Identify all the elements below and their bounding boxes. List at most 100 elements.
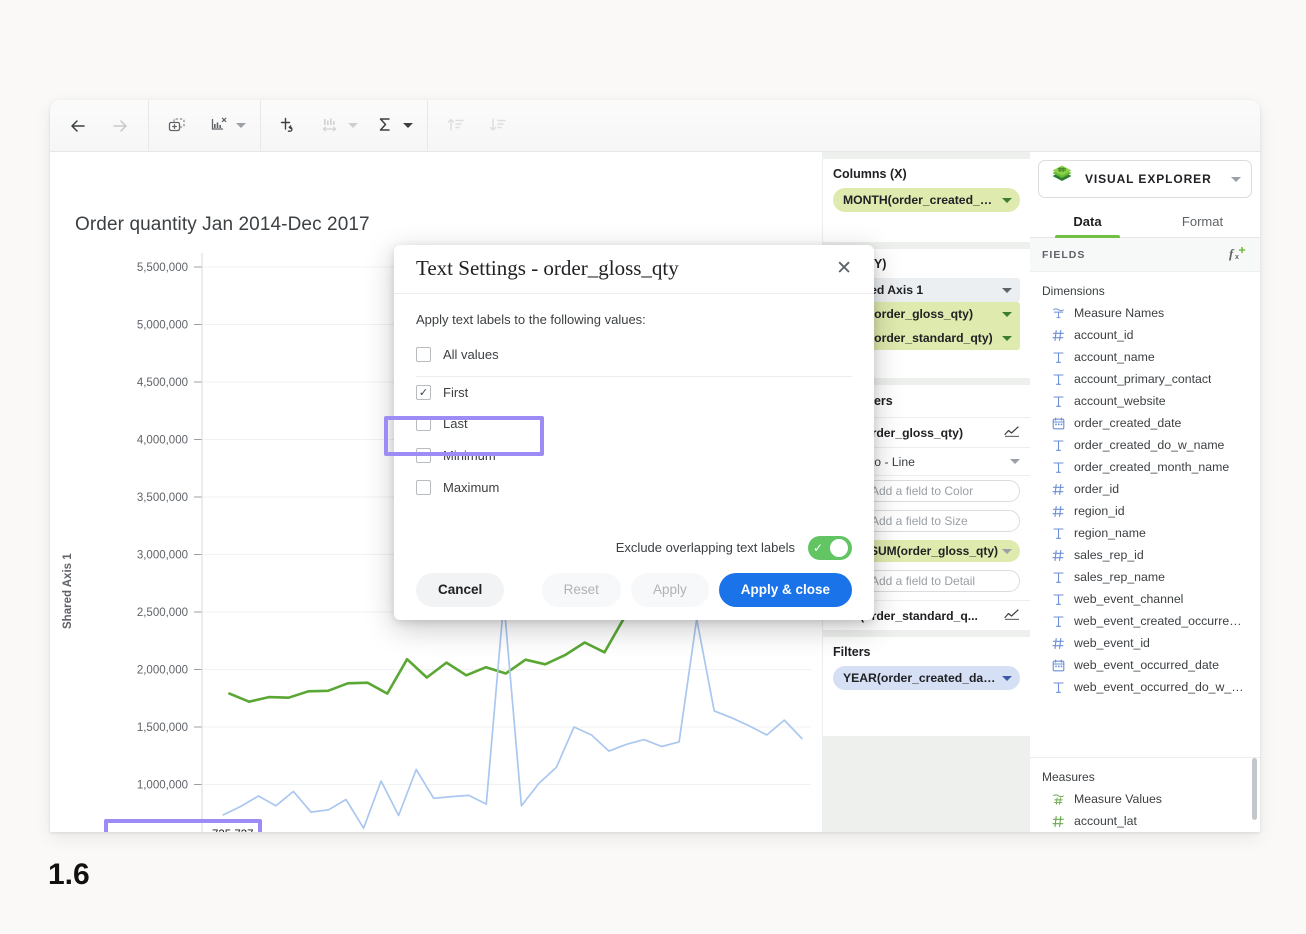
field-row[interactable]: order_created_do_w_name bbox=[1030, 434, 1260, 456]
apply-button[interactable]: Apply bbox=[631, 573, 709, 607]
chevron-down-icon[interactable] bbox=[1010, 459, 1020, 464]
dialog-subtitle: Apply text labels to the following value… bbox=[416, 312, 852, 327]
toolbar-group-analysis bbox=[261, 100, 428, 152]
sigma-totals-icon[interactable] bbox=[372, 112, 400, 140]
number-icon bbox=[1052, 548, 1065, 562]
field-row[interactable]: web_event_channel bbox=[1030, 588, 1260, 610]
field-row[interactable]: order_created_date bbox=[1030, 412, 1260, 434]
text-icon bbox=[1052, 350, 1065, 364]
text-icon bbox=[1052, 614, 1065, 628]
svg-text:4,500,000: 4,500,000 bbox=[137, 377, 188, 389]
arrow-right-icon[interactable] bbox=[106, 112, 134, 140]
visual-explorer-selector[interactable]: VISUAL EXPLORER bbox=[1038, 160, 1252, 198]
chevron-down-icon[interactable] bbox=[236, 123, 246, 128]
duplicate-sheet-icon[interactable] bbox=[163, 112, 191, 140]
checkbox-first[interactable]: ✓ bbox=[416, 385, 431, 400]
field-row[interactable]: Measure Values bbox=[1030, 788, 1260, 810]
check-icon: ✓ bbox=[813, 542, 823, 554]
field-row[interactable]: account_lat bbox=[1030, 810, 1260, 832]
totals-button[interactable] bbox=[372, 112, 413, 140]
filter-pill-year[interactable]: YEAR(order_created_date) bbox=[833, 666, 1020, 690]
toolbar bbox=[50, 100, 1260, 152]
field-row[interactable]: order_id bbox=[1030, 478, 1260, 500]
columns-pill-month[interactable]: MONTH(order_created_d... bbox=[833, 188, 1020, 212]
svg-text:3,000,000: 3,000,000 bbox=[137, 550, 188, 562]
checkbox-last[interactable] bbox=[416, 416, 431, 431]
chevron-down-icon[interactable] bbox=[1002, 198, 1012, 203]
filters-shelf-dropzone[interactable] bbox=[833, 690, 1020, 726]
dialog-footer-right: Reset Apply Apply & close bbox=[542, 573, 852, 607]
filters-shelf: Filters YEAR(order_created_date) bbox=[823, 637, 1030, 736]
field-row[interactable]: order_created_month_name bbox=[1030, 456, 1260, 478]
size-field-dropzone[interactable]: Add a field to Size bbox=[860, 510, 1020, 532]
svg-text:1,500,000: 1,500,000 bbox=[137, 722, 188, 734]
clear-chart-button[interactable] bbox=[205, 112, 246, 140]
detail-field-dropzone[interactable]: Add a field to Detail bbox=[860, 570, 1020, 592]
chevron-down-icon[interactable] bbox=[1002, 676, 1012, 681]
apply-and-close-button[interactable]: Apply & close bbox=[719, 573, 852, 607]
fields-scrollbar[interactable] bbox=[1252, 758, 1257, 820]
columns-shelf-dropzone[interactable] bbox=[833, 212, 1020, 232]
chevron-down-icon[interactable] bbox=[1002, 549, 1012, 554]
fields-header-label: FIELDS bbox=[1042, 249, 1085, 261]
sort-descending-icon[interactable] bbox=[484, 112, 512, 140]
chevron-down-icon[interactable] bbox=[1002, 312, 1012, 317]
checkbox-row-all-values[interactable]: All values bbox=[416, 339, 852, 371]
toolbar-group-history bbox=[50, 100, 149, 152]
field-row[interactable]: sales_rep_id bbox=[1030, 544, 1260, 566]
chevron-down-icon[interactable] bbox=[1002, 336, 1012, 341]
exclude-overlap-toggle[interactable]: ✓ bbox=[808, 536, 852, 560]
sort-ascending-icon[interactable] bbox=[442, 112, 470, 140]
field-row[interactable]: Measure Names bbox=[1030, 302, 1260, 324]
close-icon[interactable]: ✕ bbox=[832, 255, 856, 282]
tab-data[interactable]: Data bbox=[1030, 204, 1145, 237]
text-field-pill[interactable]: SUM(order_gloss_qty) bbox=[860, 540, 1020, 562]
field-row[interactable]: account_name bbox=[1030, 346, 1260, 368]
field-row[interactable]: region_name bbox=[1030, 522, 1260, 544]
field-row[interactable]: web_event_occurred_do_w_name bbox=[1030, 676, 1260, 698]
tab-format[interactable]: Format bbox=[1145, 204, 1260, 237]
chart-title: Order quantity Jan 2014-Dec 2017 bbox=[75, 214, 370, 236]
text-icon bbox=[1052, 570, 1065, 584]
arrow-left-icon[interactable] bbox=[64, 112, 92, 140]
field-name: Measure Values bbox=[1074, 792, 1162, 806]
text-field-value: SUM(order_gloss_qty) bbox=[870, 544, 998, 558]
checkbox-row-minimum[interactable]: Minimum bbox=[416, 440, 852, 472]
checkbox-row-maximum[interactable]: Maximum bbox=[416, 472, 852, 504]
chevron-down-icon[interactable] bbox=[403, 123, 413, 128]
color-field-dropzone[interactable]: Add a field to Color bbox=[860, 480, 1020, 502]
chevron-down-icon[interactable] bbox=[1002, 288, 1012, 293]
text-icon bbox=[1052, 680, 1065, 694]
reset-button[interactable]: Reset bbox=[542, 573, 621, 607]
chevron-down-icon[interactable] bbox=[1231, 177, 1241, 182]
svg-text:3,500,000: 3,500,000 bbox=[137, 492, 188, 504]
stacked-cube-logo bbox=[1049, 164, 1075, 195]
checkbox-all-values[interactable] bbox=[416, 347, 431, 362]
checkbox-row-first[interactable]: ✓ First bbox=[416, 376, 852, 408]
swap-axes-icon[interactable] bbox=[275, 112, 303, 140]
field-row[interactable]: web_event_id bbox=[1030, 632, 1260, 654]
chevron-down-icon[interactable] bbox=[348, 123, 358, 128]
field-row[interactable]: web_event_occurred_date bbox=[1030, 654, 1260, 676]
field-row[interactable]: region_id bbox=[1030, 500, 1260, 522]
field-row[interactable]: account_website bbox=[1030, 390, 1260, 412]
field-name: order_created_month_name bbox=[1074, 460, 1229, 474]
svg-text:4,000,000: 4,000,000 bbox=[137, 435, 188, 447]
field-row[interactable]: sales_rep_name bbox=[1030, 566, 1260, 588]
cancel-button[interactable]: Cancel bbox=[416, 573, 504, 607]
fit-width-button[interactable] bbox=[317, 112, 358, 140]
text-icon bbox=[1052, 394, 1065, 408]
fields-list[interactable]: Dimensions Measure Namesaccount_idaccoun… bbox=[1030, 272, 1260, 757]
columns-shelf: Columns (X) MONTH(order_created_d... bbox=[823, 159, 1030, 242]
checkbox-label: Minimum bbox=[443, 448, 496, 463]
first-value-data-label: 735,737 bbox=[212, 829, 254, 832]
add-calculation-icon[interactable]: f x bbox=[1228, 245, 1248, 264]
fit-width-icon[interactable] bbox=[317, 112, 345, 140]
field-row[interactable]: web_event_created_occurred_na... bbox=[1030, 610, 1260, 632]
checkbox-maximum[interactable] bbox=[416, 480, 431, 495]
clear-chart-icon[interactable] bbox=[205, 112, 233, 140]
checkbox-minimum[interactable] bbox=[416, 448, 431, 463]
checkbox-row-last[interactable]: Last bbox=[416, 408, 852, 440]
field-row[interactable]: account_id bbox=[1030, 324, 1260, 346]
field-row[interactable]: account_primary_contact bbox=[1030, 368, 1260, 390]
